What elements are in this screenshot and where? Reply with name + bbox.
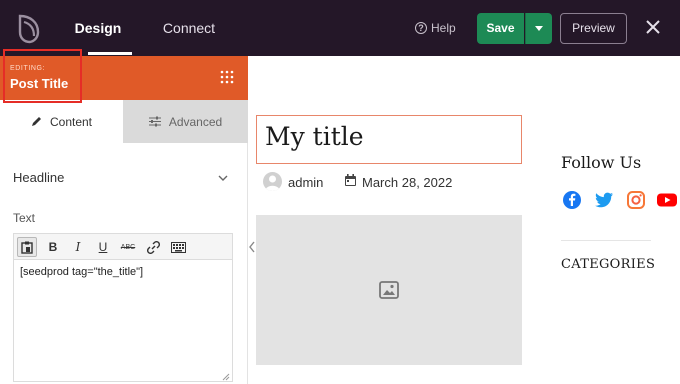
underline-icon[interactable]: U <box>93 237 113 257</box>
calendar-icon <box>345 174 356 186</box>
top-bar: Design Connect ? Help Save Preview <box>0 0 680 56</box>
tab-advanced-label: Advanced <box>168 114 223 129</box>
settings-panel: EDITING: Post Title Content Advanced Hea… <box>0 56 248 384</box>
post-author: admin <box>288 175 324 190</box>
featured-image-placeholder[interactable] <box>256 215 522 365</box>
avatar <box>263 172 282 191</box>
grid-menu-icon[interactable] <box>220 70 234 84</box>
strikethrough-icon[interactable]: ABC <box>118 237 138 257</box>
panel-tabs: Content Advanced <box>0 100 248 143</box>
pencil-icon <box>31 117 41 126</box>
text-editor[interactable]: [seedprod tag="the_title"] <box>13 259 233 382</box>
tab-connect[interactable]: Connect <box>156 0 222 56</box>
help-icon: ? <box>415 22 427 34</box>
facebook-icon[interactable] <box>562 190 582 210</box>
bold-icon[interactable]: B <box>43 237 63 257</box>
post-title-block[interactable]: My title <box>256 115 522 164</box>
sidebar-divider <box>561 240 651 241</box>
annotation-highlight <box>3 49 82 103</box>
youtube-icon[interactable] <box>656 190 678 210</box>
tab-content[interactable]: Content <box>0 100 123 143</box>
close-icon[interactable] <box>644 18 662 36</box>
save-options-dropdown[interactable] <box>525 13 552 44</box>
keyboard-icon[interactable] <box>168 237 188 257</box>
text-field-label: Text <box>13 211 36 225</box>
follow-us-heading: Follow Us <box>561 153 642 172</box>
help-label: Help <box>431 21 456 35</box>
post-title: My title <box>265 122 364 151</box>
active-tab-indicator <box>88 52 132 55</box>
tab-advanced[interactable]: Advanced <box>123 100 248 143</box>
tab-design[interactable]: Design <box>62 0 134 56</box>
save-button[interactable]: Save <box>477 13 524 44</box>
tab-content-label: Content <box>49 114 93 129</box>
link-icon[interactable] <box>143 237 163 257</box>
preview-button[interactable]: Preview <box>560 13 627 44</box>
editor-toolbar: B I U ABC <box>13 233 233 259</box>
instagram-icon[interactable] <box>626 190 646 210</box>
categories-heading: CATEGORIES <box>561 257 656 272</box>
seedprod-logo-icon <box>18 14 40 44</box>
image-icon <box>379 281 399 299</box>
resize-handle-icon[interactable] <box>222 373 230 381</box>
post-date: March 28, 2022 <box>362 175 453 190</box>
collapse-panel-icon[interactable] <box>248 240 256 254</box>
chevron-down-icon[interactable] <box>217 172 229 184</box>
italic-icon[interactable]: I <box>68 237 88 257</box>
paste-icon[interactable] <box>17 237 37 257</box>
sliders-icon <box>148 116 161 127</box>
twitter-icon[interactable] <box>594 190 614 210</box>
section-headline-title[interactable]: Headline <box>13 170 64 185</box>
help-link[interactable]: ? Help <box>415 20 456 36</box>
